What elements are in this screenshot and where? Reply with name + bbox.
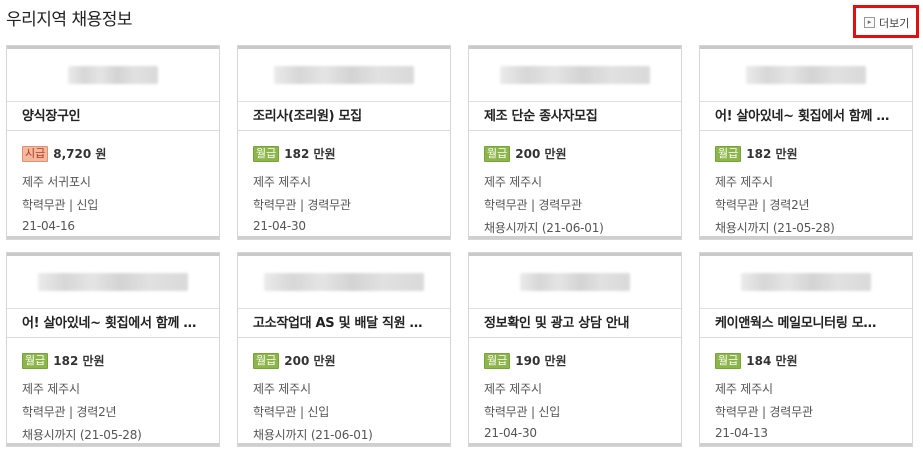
job-title[interactable]: 케이앤웍스 메일모니터링 모…: [700, 308, 912, 338]
job-title[interactable]: 조리사(조리원) 모집: [238, 101, 450, 131]
job-card[interactable]: 조리사(조리원) 모집 월급 182 만원 제주 제주시 학력무관 | 경력무관…: [237, 45, 451, 240]
job-card[interactable]: 어! 살아있네~ 횟집에서 함께 … 월급 182 만원 제주 제주시 학력무관…: [6, 252, 220, 447]
job-condition: 학력무관 | 경력무관: [715, 405, 813, 419]
job-location: 제주 제주시: [484, 382, 542, 396]
job-title[interactable]: 고소작업대 AS 및 배달 직원 …: [238, 308, 450, 338]
pay-type-badge: 월급: [715, 352, 742, 369]
job-pay: 월급 190 만원: [484, 352, 567, 369]
job-pay: 월급 182 만원: [253, 145, 336, 162]
more-button[interactable]: ▸ 더보기: [864, 15, 909, 30]
pay-type-badge: 월급: [253, 352, 280, 369]
company-logo-blurred: [238, 49, 450, 101]
job-pay: 월급 182 만원: [22, 352, 105, 369]
pay-amount: 200 만원: [284, 354, 336, 368]
job-condition: 학력무관 | 경력무관: [484, 198, 582, 212]
job-condition: 학력무관 | 경력2년: [22, 405, 117, 419]
job-condition: 학력무관 | 경력2년: [715, 198, 810, 212]
job-date: 채용시까지 (21-06-01): [253, 428, 373, 442]
pay-amount: 182 만원: [284, 147, 336, 161]
pay-amount: 190 만원: [515, 354, 567, 368]
job-location: 제주 제주시: [253, 382, 311, 396]
pay-amount: 182 만원: [746, 147, 798, 161]
more-button-label: 더보기: [879, 16, 910, 30]
job-pay: 월급 184 만원: [715, 352, 798, 369]
job-card[interactable]: 고소작업대 AS 및 배달 직원 … 월급 200 만원 제주 제주시 학력무관…: [237, 252, 451, 447]
job-title[interactable]: 어! 살아있네~ 횟집에서 함께 …: [700, 101, 912, 131]
job-pay: 시급 8,720 원: [22, 145, 106, 162]
pay-amount: 8,720 원: [53, 147, 107, 161]
job-card[interactable]: 정보확인 및 광고 상담 안내 월급 190 만원 제주 제주시 학력무관 | …: [468, 252, 682, 447]
pay-amount: 184 만원: [746, 354, 798, 368]
job-card[interactable]: 양식장구인 시급 8,720 원 제주 서귀포시 학력무관 | 신입 21-04…: [6, 45, 220, 240]
more-button-highlight: ▸ 더보기: [853, 5, 919, 38]
job-pay: 월급 200 만원: [484, 145, 567, 162]
company-logo-blurred: [469, 49, 681, 101]
job-location: 제주 제주시: [253, 175, 311, 189]
company-logo-blurred: [700, 256, 912, 308]
pay-type-badge: 시급: [22, 145, 49, 162]
job-condition: 학력무관 | 신입: [484, 405, 561, 419]
company-logo-blurred: [469, 256, 681, 308]
job-location: 제주 제주시: [22, 382, 80, 396]
pay-amount: 182 만원: [53, 354, 105, 368]
job-date: 채용시까지 (21-05-28): [715, 221, 835, 235]
job-location: 제주 서귀포시: [22, 175, 91, 189]
job-title[interactable]: 어! 살아있네~ 횟집에서 함께 …: [7, 308, 219, 338]
pay-type-badge: 월급: [484, 352, 511, 369]
job-date: 채용시까지 (21-06-01): [484, 221, 604, 235]
job-condition: 학력무관 | 신입: [253, 405, 330, 419]
pay-type-badge: 월급: [484, 145, 511, 162]
job-pay: 월급 200 만원: [253, 352, 336, 369]
job-date: 21-04-30: [253, 219, 306, 233]
job-card[interactable]: 어! 살아있네~ 횟집에서 함께 … 월급 182 만원 제주 제주시 학력무관…: [699, 45, 913, 240]
job-pay: 월급 182 만원: [715, 145, 798, 162]
job-location: 제주 제주시: [484, 175, 542, 189]
job-card[interactable]: 케이앤웍스 메일모니터링 모… 월급 184 만원 제주 제주시 학력무관 | …: [699, 252, 913, 447]
job-condition: 학력무관 | 신입: [22, 198, 99, 212]
job-title[interactable]: 양식장구인: [7, 101, 219, 131]
pay-type-badge: 월급: [253, 145, 280, 162]
job-title[interactable]: 정보확인 및 광고 상담 안내: [469, 308, 681, 338]
job-date: 21-04-16: [22, 219, 75, 233]
job-date: 21-04-13: [715, 426, 768, 440]
pay-type-badge: 월급: [22, 352, 49, 369]
pay-amount: 200 만원: [515, 147, 567, 161]
job-card[interactable]: 제조 단순 종사자모집 월급 200 만원 제주 제주시 학력무관 | 경력무관…: [468, 45, 682, 240]
chevron-right-icon: ▸: [864, 17, 875, 28]
company-logo-blurred: [7, 49, 219, 101]
company-logo-blurred: [238, 256, 450, 308]
company-logo-blurred: [700, 49, 912, 101]
job-location: 제주 제주시: [715, 175, 773, 189]
job-location: 제주 제주시: [715, 382, 773, 396]
pay-type-badge: 월급: [715, 145, 742, 162]
section-title: 우리지역 채용정보: [6, 10, 133, 30]
job-title[interactable]: 제조 단순 종사자모집: [469, 101, 681, 131]
job-date: 21-04-30: [484, 426, 537, 440]
job-condition: 학력무관 | 경력무관: [253, 198, 351, 212]
company-logo-blurred: [7, 256, 219, 308]
job-date: 채용시까지 (21-05-28): [22, 428, 142, 442]
